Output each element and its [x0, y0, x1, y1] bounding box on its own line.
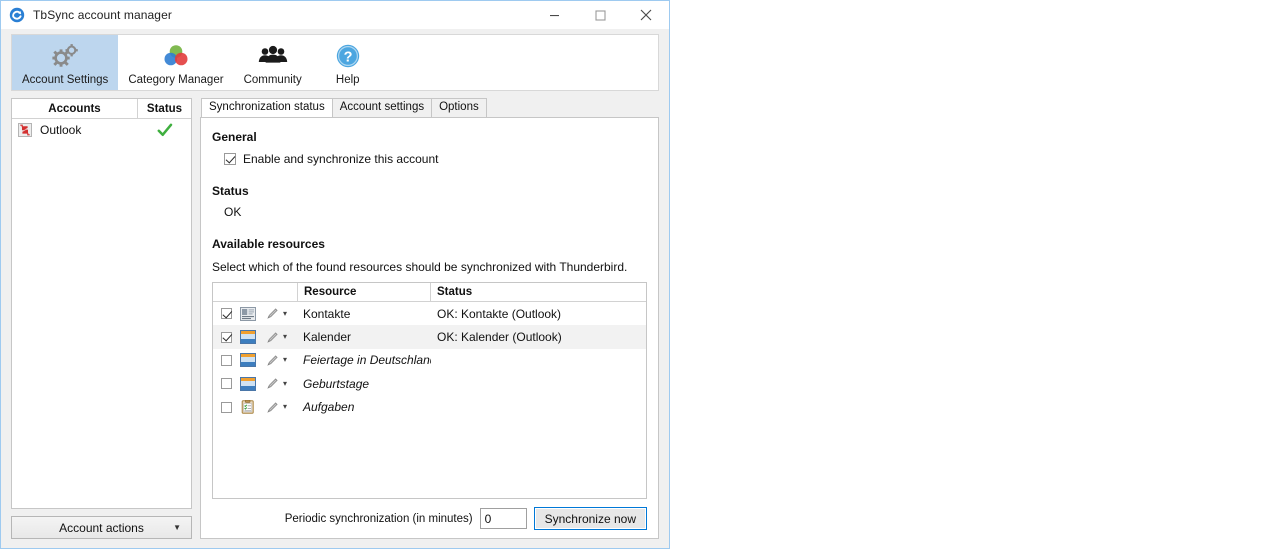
- color-circles-icon: [162, 41, 190, 71]
- people-icon: [258, 41, 288, 71]
- row-controls: ▾: [213, 330, 298, 345]
- toolbar-container: Account Settings Category Manager Commun…: [1, 29, 669, 91]
- main-body: Accounts Status Outlook Account actions …: [1, 91, 669, 548]
- resource-checkbox[interactable]: [221, 354, 232, 366]
- periodic-sync-input[interactable]: [479, 508, 527, 529]
- window-title: TbSync account manager: [33, 8, 172, 22]
- calendar-icon: [240, 330, 256, 345]
- calendar-icon: [240, 376, 256, 391]
- maximize-icon[interactable]: [577, 1, 623, 30]
- row-controls: ▾: [213, 353, 298, 368]
- eas-provider-icon: [18, 123, 32, 137]
- tasks-clipboard-icon: [240, 400, 256, 414]
- contacts-card-icon: [240, 306, 256, 321]
- resource-status: OK: Kontakte (Outlook): [437, 306, 562, 321]
- enable-account-label: Enable and synchronize this account: [243, 152, 439, 166]
- resource-checkbox[interactable]: [221, 401, 232, 413]
- toolbar-label: Account Settings: [22, 74, 109, 86]
- toolbar-label: Category Manager: [128, 74, 224, 86]
- title-bar: TbSync account manager: [1, 0, 669, 29]
- row-controls: ▾: [213, 306, 298, 321]
- close-icon[interactable]: [623, 1, 669, 30]
- accounts-list[interactable]: Accounts Status Outlook: [11, 98, 192, 509]
- resource-name: Kalender: [303, 330, 352, 345]
- resource-checkbox[interactable]: [221, 331, 232, 343]
- resource-name: Aufgaben: [303, 400, 355, 415]
- accounts-list-header: Accounts Status: [12, 99, 191, 119]
- question-mark-icon: ?: [335, 41, 361, 71]
- general-section-title: General: [212, 130, 257, 144]
- toolbar-label: Help: [335, 74, 360, 86]
- resource-checkbox[interactable]: [221, 378, 232, 390]
- tbsync-window: TbSync account manager Account Settings …: [0, 0, 670, 549]
- tab-synchronization-status[interactable]: Synchronization status: [201, 98, 333, 117]
- resource-checkbox[interactable]: [221, 308, 232, 320]
- tab-account-settings[interactable]: Account settings: [331, 98, 433, 117]
- chevron-down-icon[interactable]: ▾: [283, 403, 287, 411]
- pencil-icon[interactable]: ▾: [266, 307, 287, 320]
- window-controls: [531, 1, 669, 30]
- account-actions-label: Account actions: [59, 520, 144, 535]
- account-actions-button[interactable]: Account actions ▼: [11, 516, 192, 539]
- pencil-icon[interactable]: ▾: [266, 354, 287, 367]
- toolbar-item-account-settings[interactable]: Account Settings: [12, 35, 119, 90]
- table-row[interactable]: ▾ Kalender OK: Kalender (Outlook): [213, 325, 646, 349]
- status-column-header[interactable]: Status: [138, 99, 191, 118]
- status-section-title: Status: [212, 184, 249, 198]
- resources-status-column-header[interactable]: Status: [431, 283, 646, 301]
- synchronize-now-button[interactable]: Synchronize now: [533, 507, 647, 530]
- resources-description: Select which of the found resources shou…: [212, 260, 628, 274]
- periodic-sync-label: Periodic synchronization (in minutes): [284, 512, 473, 525]
- pencil-icon[interactable]: ▾: [266, 377, 287, 390]
- resource-status: OK: Kalender (Outlook): [437, 330, 562, 345]
- accounts-pane: Accounts Status Outlook Account actions …: [11, 98, 192, 539]
- calendar-icon: [240, 353, 256, 368]
- chevron-down-icon[interactable]: ▾: [283, 356, 287, 364]
- pencil-icon[interactable]: ▾: [266, 401, 287, 414]
- minimize-icon[interactable]: [531, 1, 577, 30]
- resources-table[interactable]: Resource Status ▾ Kontakte OK: Kontakte …: [212, 282, 647, 499]
- toolbar-item-help[interactable]: ? Help: [312, 35, 384, 90]
- details-pane: Synchronization status Account settings …: [200, 98, 659, 539]
- gears-icon: [50, 41, 80, 71]
- account-name: Outlook: [40, 123, 82, 137]
- resources-table-header: Resource Status: [213, 283, 646, 302]
- tab-panel-synchronization-status: General Enable and synchronize this acco…: [200, 117, 659, 539]
- chevron-down-icon[interactable]: ▾: [283, 309, 287, 318]
- chevron-down-icon[interactable]: ▾: [283, 379, 287, 388]
- account-row-outlook[interactable]: Outlook: [12, 119, 191, 141]
- table-row[interactable]: ▾ Geburtstage: [213, 372, 646, 395]
- enable-account-checkbox[interactable]: [224, 153, 236, 165]
- chevron-down-icon: ▼: [173, 522, 181, 532]
- table-row[interactable]: ▾ Aufgaben: [213, 396, 646, 419]
- sync-footer: Periodic synchronization (in minutes) Sy…: [212, 507, 647, 530]
- table-row[interactable]: ▾ Feiertage in Deutschland: [213, 349, 646, 372]
- pencil-icon[interactable]: ▾: [266, 331, 287, 344]
- resources-section-title: Available resources: [212, 237, 325, 251]
- table-row[interactable]: ▾ Kontakte OK: Kontakte (Outlook): [213, 302, 646, 325]
- toolbar-label: Community: [243, 74, 302, 86]
- resources-resource-column-header[interactable]: Resource: [298, 283, 431, 301]
- resource-name: Kontakte: [303, 306, 351, 321]
- row-controls: ▾: [213, 376, 298, 391]
- toolbar-item-community[interactable]: Community: [234, 35, 312, 90]
- enable-account-row[interactable]: Enable and synchronize this account: [224, 152, 647, 166]
- row-controls: ▾: [213, 400, 298, 414]
- status-value: OK: [224, 205, 242, 219]
- resources-controls-column-header[interactable]: [213, 283, 298, 301]
- toolbar-item-category-manager[interactable]: Category Manager: [118, 35, 233, 90]
- green-check-icon: [138, 123, 191, 138]
- accounts-column-header[interactable]: Accounts: [12, 99, 138, 118]
- chevron-down-icon[interactable]: ▾: [283, 333, 287, 341]
- resource-name: Geburtstage: [303, 376, 370, 391]
- tab-options[interactable]: Options: [431, 98, 487, 117]
- resource-name: Feiertage in Deutschland: [303, 353, 431, 368]
- toolbar: Account Settings Category Manager Commun…: [11, 34, 659, 91]
- tab-strip: Synchronization status Account settings …: [200, 98, 659, 117]
- svg-text:?: ?: [343, 50, 352, 66]
- sync-circle-icon: [9, 7, 25, 23]
